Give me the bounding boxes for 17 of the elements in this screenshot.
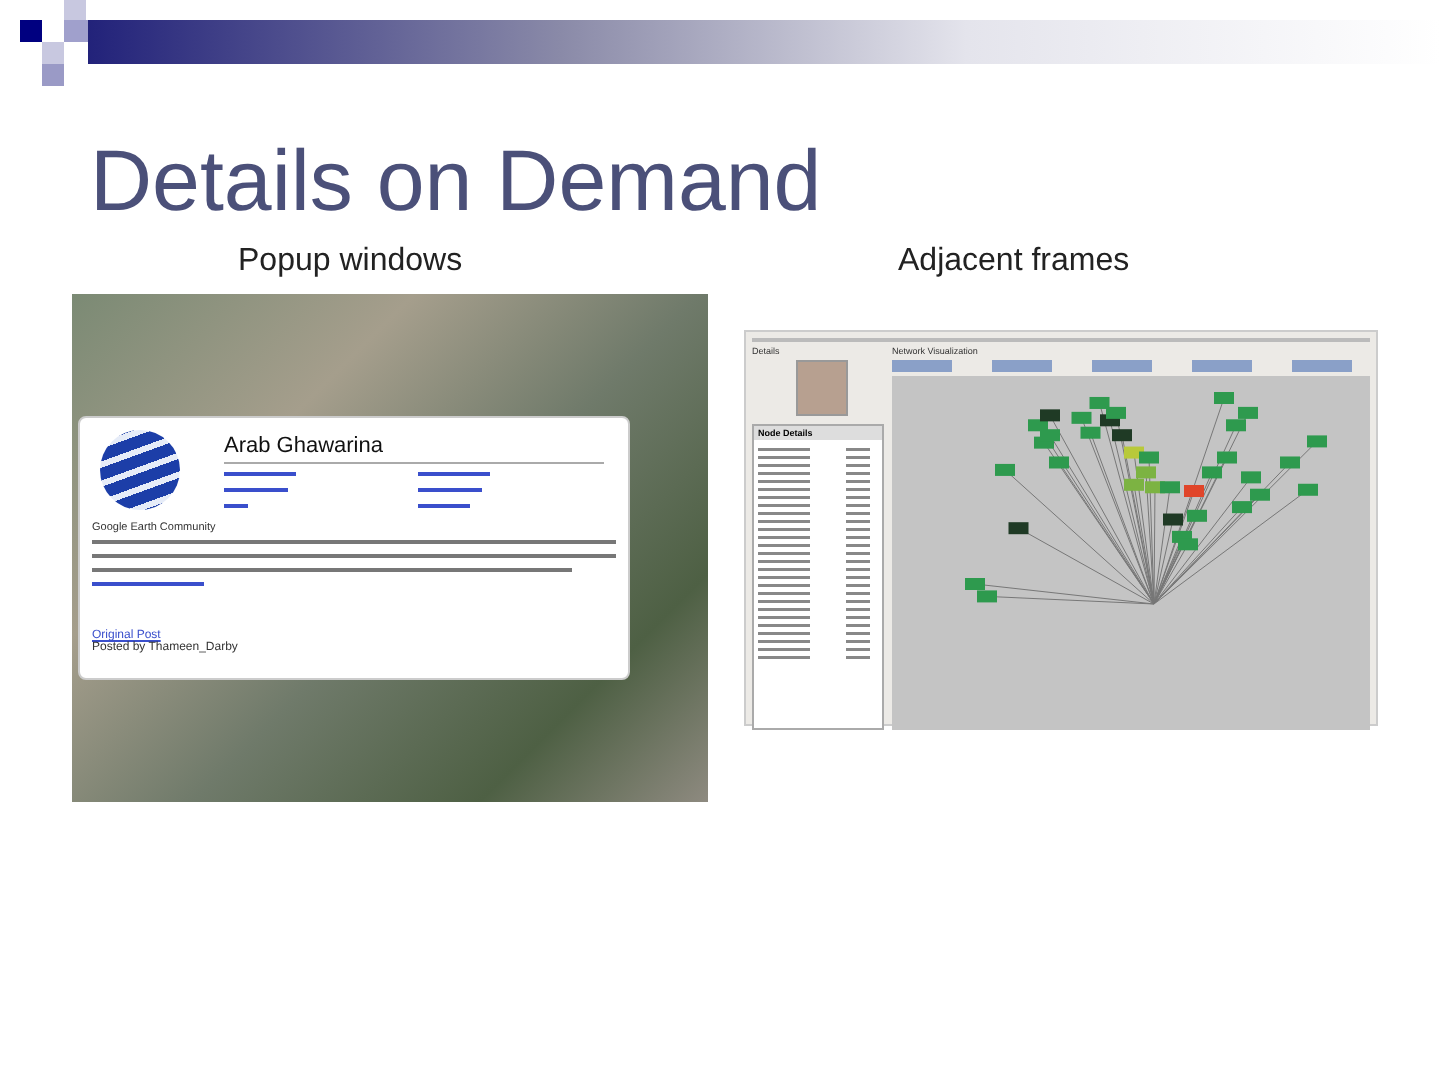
graph-node [1049, 456, 1069, 469]
panel-caption: Adjacent frames [896, 242, 1132, 282]
graph-node [1307, 435, 1327, 448]
panel-caption: Popup windows [236, 242, 465, 282]
slide-title: Details on Demand [90, 132, 824, 234]
globe-icon [100, 430, 180, 510]
graph-node [1241, 471, 1261, 484]
graph-node [995, 463, 1015, 476]
graph-node [1163, 513, 1183, 526]
graph-node [1184, 485, 1204, 497]
popup-title: Arab Ghawarina [224, 426, 604, 464]
graph-node [1280, 456, 1300, 469]
graph-node [1008, 522, 1029, 535]
graph-node [1298, 483, 1318, 496]
graph-node [1187, 509, 1207, 522]
photo-placeholder [796, 360, 848, 416]
graph-node [1214, 392, 1234, 404]
